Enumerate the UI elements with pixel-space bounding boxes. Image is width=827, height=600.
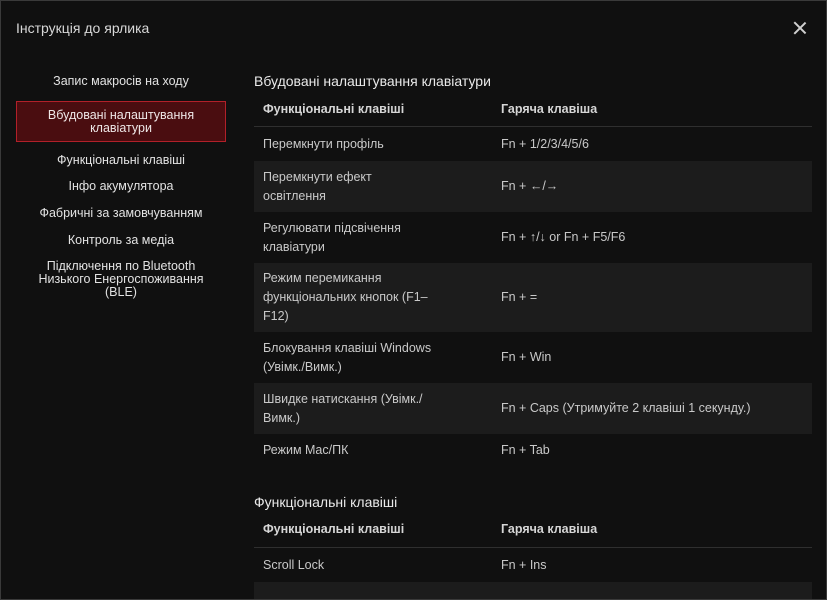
table-row: Scroll Lock Fn + Ins [254, 548, 812, 582]
close-icon[interactable] [791, 19, 809, 37]
table-header: Функціональні клавіші Гаряча клавіша [254, 512, 812, 548]
hotkey-cell: Fn + 1/2/3/4/5/6 [501, 136, 589, 151]
sidebar-item-battery-info[interactable]: Інфо акумулятора [16, 173, 226, 200]
hotkey-cell: Fn + Tab [501, 443, 550, 457]
table-row: Режим перемикання функціональних кнопок … [254, 263, 812, 332]
hotkey-cell: Fn + ←/→ [501, 179, 559, 193]
table-row: Перемкнути профіль Fn + 1/2/3/4/5/6 [254, 127, 812, 161]
table-row: Перемкнути ефект освітлення Fn + ←/→ [254, 161, 812, 212]
action-cell: Швидке натискання (Увімк./Вимк.) [263, 391, 423, 425]
action-cell: Перемкнути ефект освітлення [263, 169, 372, 203]
sidebar-item-media-control[interactable]: Контроль за медіа [16, 227, 226, 254]
action-cell: Блокування клавіші Windows (Увімк./Вимк.… [263, 340, 432, 374]
column-header-hotkey: Гаряча клавіша [501, 522, 598, 536]
table-row: Блокування клавіші Windows (Увімк./Вимк.… [254, 332, 812, 383]
table-row: Режим Mac/ПК Fn + Tab [254, 434, 812, 467]
table-row: Швидке натискання (Увімк./Вимк.) Fn + Ca… [254, 383, 812, 434]
hotkey-table-keyboard-settings: Функціональні клавіші Гаряча клавіша Пер… [254, 92, 812, 467]
sidebar-item-keyboard-settings[interactable]: Вбудовані налаштування клавіатури [16, 101, 226, 142]
hotkey-cell: Fn + ↑/↓ or Fn + F5/F6 [501, 230, 626, 244]
action-cell: Регулювати підсвічення клавіатури [263, 220, 401, 254]
table-header: Функціональні клавіші Гаряча клавіша [254, 92, 812, 127]
content-panel: Вбудовані налаштування клавіатури Функці… [254, 61, 814, 599]
hotkey-cell: Fn + = [501, 290, 538, 304]
action-cell: Перемкнути профіль [263, 136, 384, 151]
hotkey-cell: Fn + Caps (Утримуйте 2 клавіші 1 секунду… [501, 401, 751, 415]
action-cell: Режим Mac/ПК [263, 443, 349, 457]
sidebar-item-function-keys[interactable]: Функціональні клавіші [16, 148, 226, 173]
sidebar-item-ble-connection[interactable]: Підключення по Bluetooth Низького Енерго… [16, 254, 226, 305]
column-header-function-keys: Функціональні клавіші [263, 101, 405, 116]
hotkey-cell: Fn + Win [501, 350, 552, 364]
sidebar-item-factory-default[interactable]: Фабричні за замовчуванням [16, 200, 226, 227]
section-title-function-keys: Функціональні клавіші [254, 494, 398, 510]
column-header-hotkey: Гаряча клавіша [501, 101, 598, 116]
action-cell: Scroll Lock [263, 557, 325, 572]
sidebar-nav: Запис макросів на ходу Вбудовані налашту… [16, 69, 226, 305]
action-cell: Режим перемикання функціональних кнопок … [263, 271, 428, 323]
hotkey-table-function-keys: Функціональні клавіші Гаряча клавіша Scr… [254, 512, 812, 599]
table-row: Регулювати підсвічення клавіатури Fn + ↑… [254, 212, 812, 263]
sidebar-item-macro-recording[interactable]: Запис макросів на ходу [16, 69, 226, 94]
column-header-function-keys: Функціональні клавіші [263, 522, 405, 536]
hotkey-cell: Fn + Ins [501, 557, 547, 572]
shortcut-dialog: Інструкція до ярлика Запис макросів на х… [0, 0, 827, 600]
section-title-keyboard-settings: Вбудовані налаштування клавіатури [254, 73, 491, 89]
table-row [254, 582, 812, 599]
dialog-title: Інструкція до ярлика [16, 20, 150, 36]
